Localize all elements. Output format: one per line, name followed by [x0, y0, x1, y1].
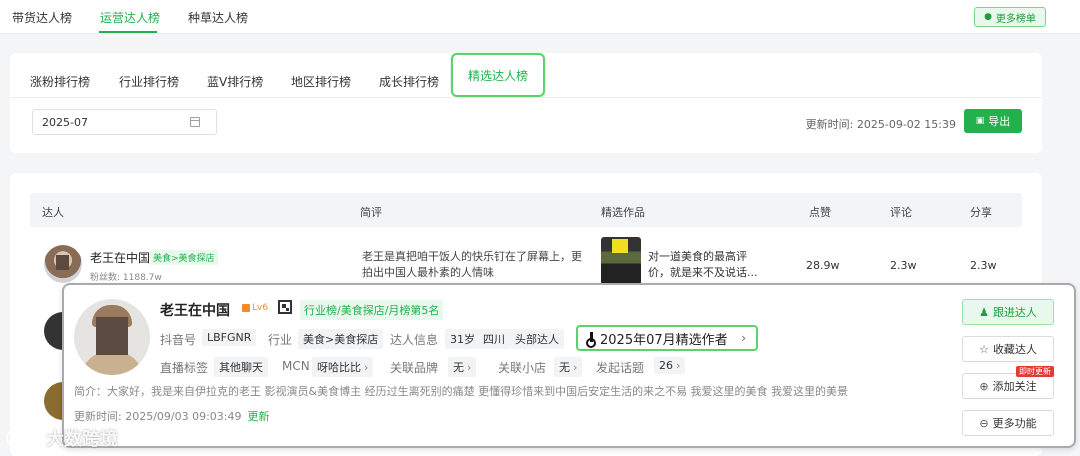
chevron-right-icon: ›: [364, 361, 369, 374]
export-button[interactable]: ▣ 导出: [964, 109, 1022, 133]
avatar[interactable]: [44, 245, 82, 283]
subtab-fans-growth[interactable]: 涨粉排行榜: [30, 73, 90, 90]
more-label: 更多功能: [992, 417, 1037, 430]
watermark-text: 大数跨境: [46, 429, 118, 450]
shop-value[interactable]: 无 ›: [554, 357, 583, 377]
level-text: Lv6: [252, 303, 269, 313]
subtab-region[interactable]: 地区排行榜: [291, 73, 351, 90]
col-work: 精选作品: [601, 206, 645, 219]
subtab-bluev[interactable]: 蓝V排行榜: [207, 73, 263, 90]
influencer-level-tag: 头部达人: [510, 329, 564, 349]
more-functions-button[interactable]: ⊖ 更多功能: [962, 410, 1054, 436]
featured-author-link[interactable]: 2025年07月精选作者 ›: [576, 325, 758, 351]
industry-value: 美食>美食探店: [298, 329, 384, 349]
influencer-name: 老王在中国: [160, 303, 230, 319]
chevron-right-icon: ›: [741, 331, 746, 345]
info-label: 达人信息: [390, 333, 439, 347]
age: 31岁: [445, 329, 480, 349]
mcn-name: 呀哈比比: [317, 361, 361, 374]
top-tab-bar: 带货达人榜 运营达人榜 种草达人榜 ● 更多榜单: [0, 0, 1080, 34]
col-comments: 评论: [890, 206, 912, 219]
topic-value[interactable]: 26 ›: [654, 357, 686, 374]
row-likes: 28.9w: [806, 259, 840, 272]
col-influencer: 达人: [42, 206, 64, 219]
work-thumbnail[interactable]: [601, 237, 641, 285]
plus-circle-icon: ⊕: [979, 379, 989, 393]
row-category-tag: 美食>美食探店: [150, 250, 218, 265]
live-tag-label: 直播标签: [160, 361, 209, 375]
influencer-detail-card: 老王在中国 Lv6 行业榜/美食探店/月榜第5名 抖音号 LBFGNR 行业 美…: [62, 283, 1076, 448]
row-work-title[interactable]: 对一道美食的最高评价，就是来不及说话...: [648, 249, 768, 281]
star-icon: ☆: [979, 342, 989, 356]
douyin-icon: [586, 331, 596, 348]
shop-name: 无: [559, 361, 570, 374]
row-name[interactable]: 老王在中国: [90, 249, 150, 266]
export-icon: ▣: [975, 116, 985, 126]
more-rank-button[interactable]: ● 更多榜单: [974, 7, 1046, 27]
level-icon: [242, 304, 250, 312]
divider: [10, 97, 1042, 98]
minus-circle-icon: ⊖: [979, 416, 989, 430]
month-value: 2025-07: [42, 116, 88, 129]
update-time: 更新时间: 2025-09-02 15:39: [805, 118, 956, 131]
row-comment: 老王是真把咱干饭人的快乐钉在了屏幕上，更拍出中国人最朴素的人情味: [362, 250, 582, 279]
topic-count: 26: [659, 359, 673, 372]
row-shares: 2.3w: [970, 259, 997, 272]
col-likes: 点赞: [809, 206, 831, 219]
tab-seeding-rank[interactable]: 种草达人榜: [188, 9, 248, 26]
filter-card: 涨粉排行榜 行业排行榜 蓝V排行榜 地区排行榜 成长排行榜 精选达人榜 2025…: [10, 53, 1042, 153]
update-info: 更新时间: 2025/09/03 09:03:49 更新: [74, 408, 270, 424]
watermark-logo: 大数跨境: [6, 425, 118, 451]
user-plus-icon: ♟: [979, 305, 989, 319]
active-tab-underline: [99, 31, 157, 33]
region: 四川: [478, 329, 510, 349]
chevron-right-icon: ›: [573, 361, 578, 374]
more-rank-label: 更多榜单: [995, 13, 1036, 25]
brand-value[interactable]: 无 ›: [448, 357, 477, 377]
col-shares: 分享: [970, 206, 992, 219]
track-label: 跟进达人: [992, 306, 1037, 319]
col-comment: 简评: [360, 206, 382, 219]
follow-label: 添加关注: [992, 380, 1037, 393]
track-influencer-button[interactable]: ♟ 跟进达人: [962, 299, 1054, 325]
calendar-icon: [190, 117, 200, 127]
export-label: 导出: [988, 115, 1011, 128]
level-badge: Lv6: [242, 303, 268, 313]
month-picker[interactable]: 2025-07: [32, 109, 217, 135]
tab-goods-rank[interactable]: 带货达人榜: [12, 9, 72, 26]
industry-label: 行业: [268, 333, 293, 347]
add-follow-button[interactable]: ⊕ 添加关注 即时更新: [962, 366, 1054, 399]
brand-label: 关联品牌: [390, 361, 439, 375]
row-comments: 2.3w: [890, 259, 917, 272]
brand-logo-icon: [6, 428, 42, 448]
bulb-icon: ●: [984, 12, 992, 22]
live-tag: 其他聊天: [214, 357, 268, 377]
topic-label: 发起话题: [596, 361, 645, 375]
chevron-right-icon: ›: [676, 359, 681, 372]
mcn-value[interactable]: 呀哈比比 ›: [312, 357, 374, 377]
update-time-text: 更新时间: 2025/09/03 09:03:49: [74, 410, 242, 423]
collect-label: 收藏达人: [992, 343, 1037, 356]
intro-text: 简介：大家好，我是来自伊拉克的老王 影视演员&美食博主 经历过生离死别的痛楚 更…: [74, 385, 849, 398]
chevron-right-icon: ›: [467, 361, 472, 374]
subtab-featured[interactable]: 精选达人榜: [451, 53, 545, 97]
tab-operation-rank[interactable]: 运营达人榜: [100, 9, 160, 26]
shop-label: 关联小店: [498, 361, 547, 375]
rank-tag[interactable]: 行业榜/美食探店/月榜第5名: [300, 300, 444, 320]
subtab-industry[interactable]: 行业排行榜: [119, 73, 179, 90]
avatar[interactable]: [74, 299, 150, 375]
table-header: 达人 简评 精选作品 点赞 评论 分享: [30, 193, 1022, 227]
realtime-badge: 即时更新: [1016, 366, 1054, 377]
douyin-id: LBFGNR: [202, 329, 257, 346]
collect-influencer-button[interactable]: ☆ 收藏达人: [962, 336, 1054, 362]
subtab-growth[interactable]: 成长排行榜: [379, 73, 439, 90]
update-status[interactable]: 更新: [248, 410, 270, 423]
featured-label: 2025年07月精选作者: [600, 332, 728, 348]
mcn-label: MCN: [282, 359, 310, 373]
brand-name: 无: [453, 361, 464, 374]
douyin-id-label: 抖音号: [160, 333, 197, 347]
qr-code-icon[interactable]: [278, 300, 292, 314]
row-fans: 粉丝数: 1188.7w: [90, 273, 162, 283]
